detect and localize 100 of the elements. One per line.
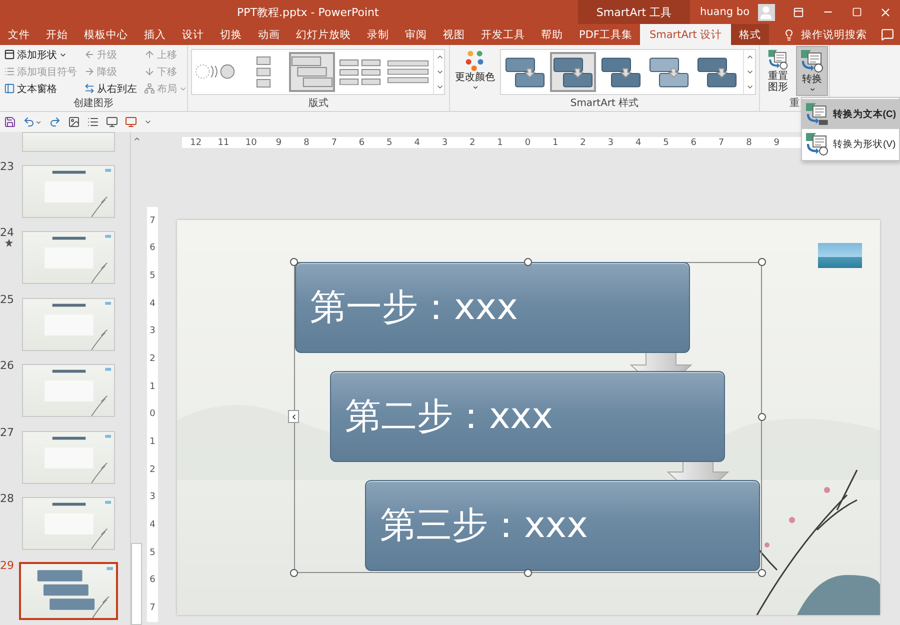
slide-thumbnail[interactable]	[22, 231, 115, 284]
convert-icon	[800, 49, 824, 73]
menu-item[interactable]: 转换为形状(V)	[802, 129, 899, 159]
ruler-number: 3	[440, 138, 449, 148]
ruler-number: 7	[330, 138, 338, 148]
ruler-number: 6	[148, 242, 156, 256]
slide-thumbnail[interactable]	[22, 364, 115, 418]
left-arrow-icon	[84, 49, 95, 60]
ruler-number: 6	[690, 138, 698, 148]
ribbon-button[interactable]: 重置图形	[763, 47, 793, 95]
style-preview-icon	[601, 56, 641, 88]
slide-thumbnail[interactable]	[19, 562, 118, 620]
down-arrow-icon	[144, 66, 155, 77]
layout-preview-icon	[339, 58, 381, 86]
ribbon-tab[interactable]: 开发工具	[473, 24, 533, 45]
group-label: 创建图形	[74, 97, 114, 111]
close-icon	[879, 6, 892, 18]
tell-me-search[interactable]: 操作说明搜索	[777, 24, 874, 45]
step-box[interactable]: 第三步：xxx	[365, 480, 760, 571]
context-tools-label: SmartArt 工具	[578, 0, 690, 24]
ribbon-tab[interactable]: SmartArt 设计	[640, 24, 732, 45]
ruler-number: 9	[274, 138, 283, 148]
change-colors-button[interactable]: 更改颜色	[453, 47, 497, 95]
ruler-number: 4	[148, 519, 156, 532]
resize-handle[interactable]	[290, 258, 298, 266]
ribbon-tab[interactable]: 插入	[136, 24, 174, 45]
bullet-list-icon	[4, 66, 15, 77]
slide-number: 23	[0, 160, 14, 173]
style-preview-icon	[505, 56, 545, 88]
slide-number: 29	[0, 558, 14, 572]
slide-number: 28	[0, 492, 14, 506]
ruler-number: 4	[148, 298, 156, 311]
ruler-number: 2	[468, 138, 476, 148]
step-box[interactable]: 第二步：xxx	[330, 371, 725, 462]
ribbon-tab[interactable]: 视图	[435, 24, 473, 45]
ruler-number: 7	[148, 602, 156, 616]
ribbon-tab[interactable]: PDF工具集	[571, 24, 640, 45]
ruler-number: 8	[745, 138, 753, 148]
save-icon	[4, 116, 16, 128]
caret-icon	[472, 84, 478, 91]
ribbon-tab[interactable]: 模板中心	[76, 24, 136, 45]
layout-preview-icon	[291, 56, 333, 88]
user-name: huang bo	[700, 6, 750, 18]
ribbon-tab[interactable]: 录制	[359, 24, 397, 45]
ribbon-tab[interactable]: 设计	[174, 24, 212, 45]
ribbon-tab[interactable]: 切换	[212, 24, 250, 45]
text-pane-icon	[4, 83, 15, 94]
slide-thumbnail[interactable]	[22, 298, 115, 351]
ribbon-tab[interactable]: 幻灯片放映	[288, 24, 359, 45]
layout-preview-icon	[195, 62, 237, 82]
step-box[interactable]: 第一步：xxx	[295, 262, 690, 353]
ruler-number: 1	[148, 380, 156, 394]
group-label: 版式	[308, 97, 328, 111]
group-label: SmartArt 样式	[570, 97, 639, 111]
reset-graphic-icon	[766, 49, 790, 70]
customize-caret-icon	[144, 118, 152, 126]
resize-handle[interactable]	[290, 569, 298, 577]
scrollbar-thumb[interactable]	[131, 543, 142, 625]
ruler-number: 8	[302, 138, 310, 148]
resize-handle[interactable]	[758, 569, 766, 577]
presentation-icon	[106, 116, 118, 128]
window-title: PPT教程.pptx - PowerPoint	[237, 4, 379, 20]
resize-handle[interactable]	[524, 569, 532, 577]
text-pane-toggle[interactable]	[288, 410, 299, 423]
style-option[interactable]	[550, 52, 596, 92]
ruler-number: 9	[772, 138, 780, 148]
avatar-icon[interactable]	[758, 4, 774, 20]
comment-icon	[881, 28, 894, 41]
resize-handle[interactable]	[758, 413, 766, 421]
ruler-number: 6	[148, 574, 156, 588]
ribbon-tab[interactable]: 审阅	[397, 24, 435, 45]
ribbon-tab[interactable]: 帮助	[533, 24, 571, 45]
ribbon-button[interactable]: 从右到左	[83, 81, 138, 96]
slide-thumbnail[interactable]	[22, 132, 115, 152]
ribbon-tab[interactable]: 格式	[731, 24, 770, 45]
ruler-number: 7	[717, 138, 726, 148]
resize-handle[interactable]	[524, 258, 532, 266]
slide-thumbnail[interactable]	[22, 430, 115, 484]
ribbon-button[interactable]: 文本窗格	[3, 81, 78, 96]
ruler-number: 2	[579, 138, 587, 148]
ruler-number: 5	[386, 138, 394, 148]
ribbon-tab[interactable]: 动画	[250, 24, 288, 45]
ribbon-tab[interactable]: 文件	[0, 24, 38, 45]
slide-thumbnail[interactable]	[22, 164, 115, 218]
slide-number: 26	[0, 359, 14, 372]
ruler-number: 0	[524, 138, 532, 148]
ribbon-button[interactable]: 添加形状	[3, 47, 78, 62]
lightbulb-icon	[783, 28, 796, 40]
ruler-number: 0	[148, 408, 156, 422]
caret-icon	[35, 118, 42, 126]
maximize-icon	[852, 7, 862, 17]
ribbon-tab[interactable]: 开始	[38, 24, 76, 45]
slide-number: 25	[0, 292, 14, 306]
slide-thumbnail[interactable]	[22, 497, 115, 550]
ruler-number: 6	[358, 138, 366, 148]
style-preview-icon	[553, 56, 593, 88]
layout-option[interactable]	[289, 52, 335, 92]
ribbon-button[interactable]: 转换	[797, 47, 827, 95]
menu-item[interactable]: 转换为文本(C)	[802, 99, 899, 129]
resize-handle[interactable]	[758, 258, 766, 266]
